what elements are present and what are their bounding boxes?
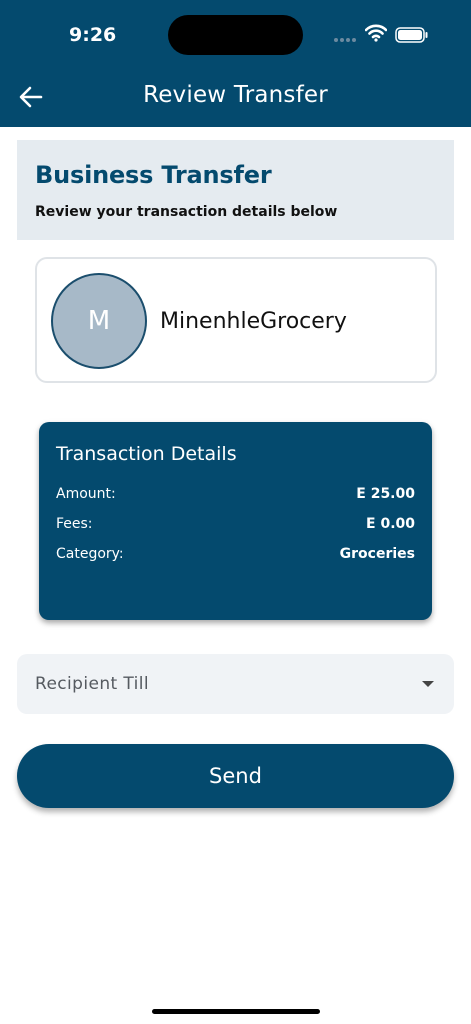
detail-label: Fees: bbox=[56, 516, 93, 532]
dynamic-island bbox=[168, 15, 303, 55]
banner-title: Business Transfer bbox=[35, 161, 272, 189]
detail-row-fees: Fees: E 0.00 bbox=[56, 516, 415, 532]
transaction-details-card: Transaction Details Amount: E 25.00 Fees… bbox=[39, 422, 432, 620]
battery-icon bbox=[395, 27, 428, 43]
detail-label: Category: bbox=[56, 546, 124, 562]
banner-subtitle: Review your transaction details below bbox=[35, 204, 338, 220]
details-title: Transaction Details bbox=[56, 443, 237, 465]
review-transfer-screen: 9:26 Review Transfer Business Transfer R… bbox=[0, 0, 471, 1024]
cellular-signal-icon bbox=[334, 38, 356, 42]
detail-value: Groceries bbox=[339, 546, 415, 562]
home-indicator bbox=[152, 1009, 320, 1014]
detail-value: E 25.00 bbox=[356, 486, 415, 502]
recipient-till-dropdown[interactable]: Recipient Till bbox=[17, 654, 454, 714]
app-header: 9:26 Review Transfer bbox=[0, 0, 471, 127]
page-title: Review Transfer bbox=[143, 82, 328, 108]
detail-label: Amount: bbox=[56, 486, 116, 502]
wifi-icon bbox=[365, 24, 387, 42]
recipient-card: M MinenhleGrocery bbox=[35, 257, 437, 383]
detail-row-category: Category: Groceries bbox=[56, 546, 415, 562]
detail-row-amount: Amount: E 25.00 bbox=[56, 486, 415, 502]
avatar: M bbox=[51, 273, 147, 369]
send-button[interactable]: Send bbox=[17, 744, 454, 808]
till-placeholder: Recipient Till bbox=[35, 674, 150, 694]
business-transfer-banner: Business Transfer Review your transactio… bbox=[17, 140, 454, 240]
status-time: 9:26 bbox=[69, 24, 117, 46]
detail-value: E 0.00 bbox=[366, 516, 415, 532]
recipient-name: MinenhleGrocery bbox=[160, 309, 347, 334]
caret-down-icon bbox=[422, 681, 434, 687]
